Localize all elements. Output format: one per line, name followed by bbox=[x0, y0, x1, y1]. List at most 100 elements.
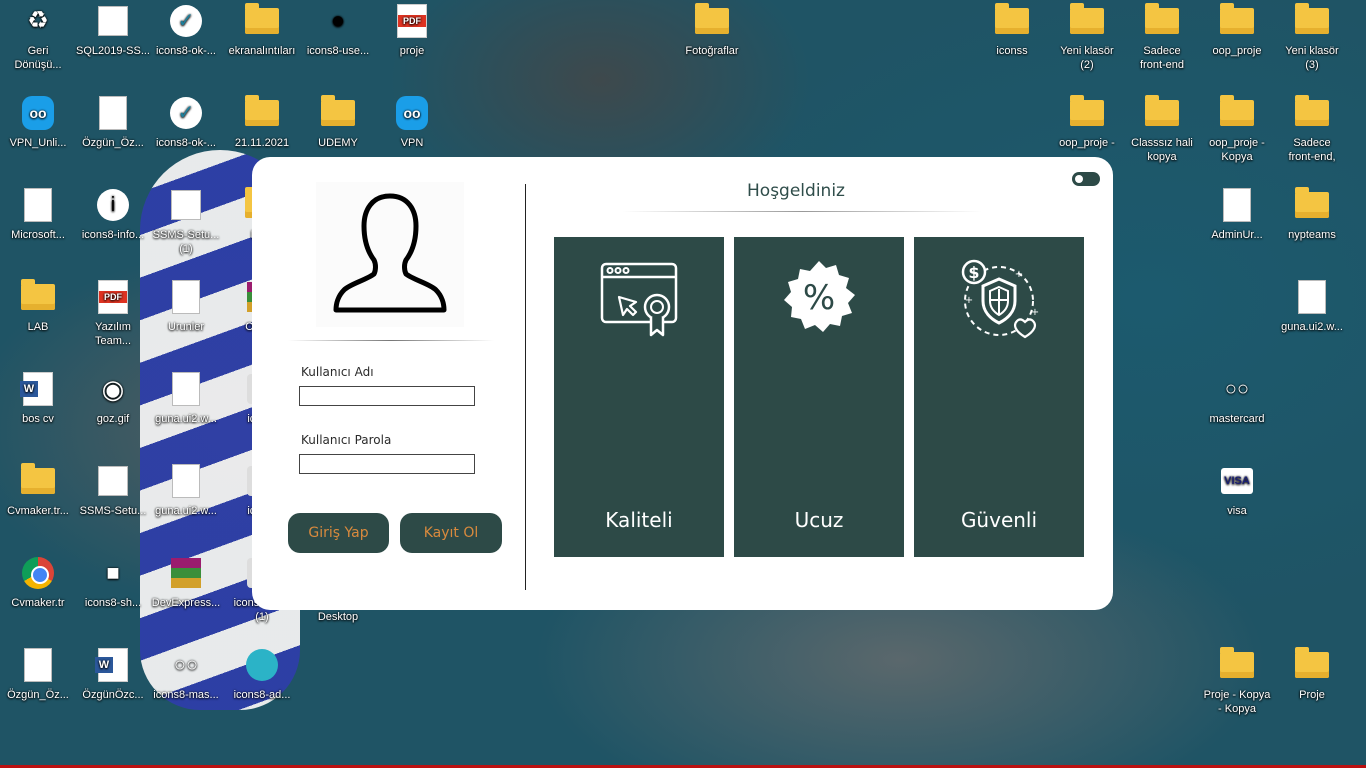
desktop-icon-label: Proje - Kopya - Kopya bbox=[1203, 689, 1271, 715]
security-shield-icon: $ + + + bbox=[961, 259, 1039, 339]
desktop-icon[interactable]: ○○ icons8-mas... bbox=[148, 648, 224, 702]
desktop-icon[interactable]: Proje bbox=[1274, 647, 1350, 702]
theme-toggle[interactable] bbox=[1072, 172, 1100, 186]
svg-text:%: % bbox=[803, 278, 835, 318]
desktop-icon[interactable]: Yeni klasör (3) bbox=[1274, 3, 1350, 72]
desktop-icon[interactable]: guna.ui2.w... bbox=[1274, 280, 1350, 334]
svg-text:+: + bbox=[1031, 307, 1039, 318]
user-silhouette-icon bbox=[333, 193, 447, 313]
desktop-icon[interactable]: SSMS-Setu... (1) bbox=[148, 188, 224, 256]
desktop-icon[interactable]: Classsız hali kopya bbox=[1124, 95, 1200, 164]
card-cheap-label: Ucuz bbox=[794, 508, 844, 532]
desktop-icon[interactable]: ✓ icons8-ok-... bbox=[148, 4, 224, 58]
desktop-icon-label: Microsoft... bbox=[11, 229, 65, 241]
desktop-icon-label: SQL2019-SS... bbox=[76, 45, 150, 57]
desktop-icon[interactable]: LAB bbox=[0, 279, 76, 334]
desktop-icon-label: proje bbox=[399, 45, 425, 57]
desktop-icon-label: Özgün_Öz... bbox=[7, 689, 69, 701]
document-icon bbox=[168, 280, 204, 314]
desktop-icon[interactable]: VISA visa bbox=[1199, 464, 1275, 518]
desktop-icon[interactable]: ● icons8-use... bbox=[300, 4, 376, 58]
desktop-icon[interactable]: SSMS-Setu... bbox=[75, 464, 151, 518]
folder-icon bbox=[1144, 95, 1180, 130]
basket-icon: ■ bbox=[106, 560, 120, 585]
desktop-icon-label: UDEMY bbox=[318, 137, 358, 149]
desktop-icon[interactable]: guna.ui2.w... bbox=[148, 464, 224, 518]
desktop-icon[interactable]: icons8-ad... bbox=[224, 648, 300, 702]
desktop-icon[interactable]: ○○ mastercard bbox=[1199, 372, 1275, 426]
desktop-icon[interactable]: Fotoğraflar bbox=[674, 3, 750, 58]
desktop-icon[interactable]: 21.11.2021 bbox=[224, 95, 300, 150]
desktop-icon-label: icons8-ok-... bbox=[156, 45, 216, 57]
folder-icon bbox=[1294, 647, 1330, 682]
desktop-icon[interactable]: Özgün_Öz... bbox=[75, 96, 151, 150]
desktop-icon[interactable]: oo VPN_Unli... bbox=[0, 96, 76, 150]
folder-icon bbox=[694, 3, 730, 38]
document-icon bbox=[168, 372, 204, 406]
desktop-icon[interactable]: Özgün_Öz... bbox=[0, 648, 76, 702]
desktop-icon[interactable]: Urunler bbox=[148, 280, 224, 334]
desktop-icon[interactable]: nypteams bbox=[1274, 187, 1350, 242]
desktop-icon-label: DevExpress... bbox=[151, 597, 221, 609]
desktop-icon[interactable]: oop_proje - bbox=[1049, 95, 1125, 150]
desktop-icon[interactable]: UDEMY bbox=[300, 95, 376, 150]
desktop-icon[interactable]: guna.ui2.w... bbox=[148, 372, 224, 426]
desktop-icon-label: icons8-use... bbox=[306, 45, 370, 57]
register-button[interactable]: Kayıt Ol bbox=[400, 513, 502, 553]
desktop-icon[interactable]: Sadece front-end, bbox=[1274, 95, 1350, 164]
folder-icon bbox=[244, 3, 280, 38]
installer-icon bbox=[95, 4, 131, 38]
desktop-icon-label: ÖzgünÖzc... bbox=[82, 689, 144, 701]
desktop-icon[interactable]: Sadece front-end bbox=[1124, 3, 1200, 72]
desktop-icon[interactable]: DevExpress... bbox=[148, 556, 224, 610]
desktop-icon[interactable]: oop_proje - Kopya bbox=[1199, 95, 1275, 164]
discount-percent-icon: % bbox=[784, 261, 855, 332]
desktop-icon[interactable]: i icons8-info... bbox=[75, 188, 151, 242]
desktop-icon[interactable]: ekranalıntıları bbox=[224, 3, 300, 58]
password-input[interactable] bbox=[299, 454, 475, 474]
desktop-icon[interactable]: Cvmaker.tr... bbox=[0, 463, 76, 518]
quality-certificate-icon bbox=[600, 262, 678, 337]
username-input[interactable] bbox=[299, 386, 475, 406]
folder-icon bbox=[1219, 95, 1255, 130]
desktop-icon[interactable]: W ÖzgünÖzc... bbox=[75, 648, 151, 702]
desktop-icon[interactable]: oo VPN bbox=[374, 96, 450, 150]
folder-icon bbox=[1219, 647, 1255, 682]
desktop-icon[interactable]: oop_proje bbox=[1199, 3, 1275, 58]
desktop-icon[interactable]: PDF Yazılım Team... bbox=[75, 280, 151, 348]
card-quality: Kaliteli bbox=[554, 237, 724, 557]
recycle-bin-icon: ♻ bbox=[27, 7, 49, 34]
svg-text:+: + bbox=[965, 295, 973, 306]
desktop-icon[interactable]: ■ icons8-sh... bbox=[75, 556, 151, 610]
desktop-icon[interactable]: PDF proje bbox=[374, 4, 450, 58]
folder-icon bbox=[244, 95, 280, 130]
login-button[interactable]: Giriş Yap bbox=[288, 513, 389, 553]
document-icon bbox=[1294, 280, 1330, 314]
desktop-icon-label: ekranalıntıları bbox=[228, 45, 296, 57]
desktop-icon-label: SSMS-Setu... bbox=[79, 505, 147, 517]
desktop-icon-label: oop_proje bbox=[1212, 45, 1262, 57]
desktop-icon[interactable]: ◉ goz.gif bbox=[75, 372, 151, 426]
folder-icon bbox=[994, 3, 1030, 38]
desktop-icon[interactable]: Yeni klasör (2) bbox=[1049, 3, 1125, 72]
desktop-icon[interactable]: Wbos cv bbox=[0, 372, 76, 426]
desktop-icon[interactable]: SQL2019-SS... bbox=[75, 4, 151, 58]
checkmark-icon: ✓ bbox=[168, 4, 204, 38]
desktop-icon[interactable]: Cvmaker.tr bbox=[0, 556, 76, 610]
folder-icon bbox=[1069, 3, 1105, 38]
pdf-icon: PDF bbox=[394, 4, 430, 38]
desktop-icon[interactable]: Microsoft... bbox=[0, 188, 76, 242]
desktop-icon[interactable]: iconss bbox=[974, 3, 1050, 58]
document-icon bbox=[168, 464, 204, 498]
desktop-icon[interactable]: ✓ icons8-ok-... bbox=[148, 96, 224, 150]
desktop-icon[interactable]: ♻ Geri Dönüşü... bbox=[0, 4, 76, 72]
desktop-icon-label: mastercard bbox=[1209, 413, 1265, 425]
desktop-icon-label: Cvmaker.tr... bbox=[7, 505, 69, 517]
desktop-icon[interactable]: Proje - Kopya - Kopya bbox=[1199, 647, 1275, 716]
card-secure-label: Güvenli bbox=[960, 508, 1038, 532]
desktop-icon-label: Classsız hali kopya bbox=[1131, 137, 1193, 163]
eye-icon: ◉ bbox=[101, 374, 125, 404]
desktop-icon[interactable]: AdminUr... bbox=[1199, 188, 1275, 242]
folder-icon bbox=[1294, 187, 1330, 222]
desktop-icon-label: LAB bbox=[27, 321, 49, 333]
